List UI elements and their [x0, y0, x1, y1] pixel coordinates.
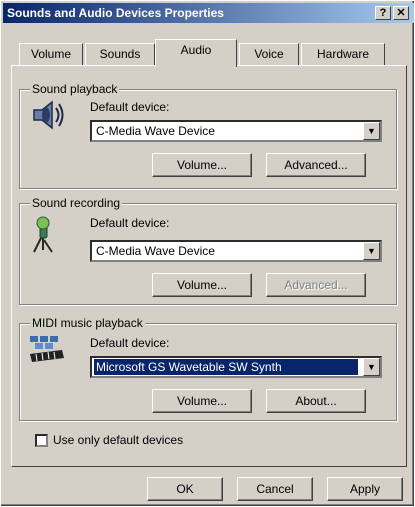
playback-advanced-button[interactable]: Advanced... [266, 153, 366, 177]
sound-recording-title: Sound recording [30, 196, 123, 210]
sound-recording-group: Sound recording Default device: C-Media … [19, 196, 397, 305]
microphone-icon [33, 216, 53, 253]
sound-playback-group: Sound playback Default device: C-Media W… [19, 82, 397, 189]
tab-sounds-label: Sounds [99, 47, 141, 61]
speaker-icon [33, 100, 64, 130]
playback-device-select[interactable]: C-Media Wave Device ▼ [90, 120, 382, 142]
use-default-label[interactable]: Use only default devices [53, 433, 183, 447]
window-title: Sounds and Audio Devices Properties [7, 6, 224, 20]
midi-about-button[interactable]: About... [266, 389, 366, 413]
recording-advanced-button[interactable]: Advanced... [266, 273, 366, 297]
sound-playback-title: Sound playback [30, 82, 120, 96]
tab-hardware-label: Hardware [316, 47, 370, 61]
midi-device-select[interactable]: Microsoft GS Wavetable SW Synth ▼ [90, 356, 382, 378]
midi-playback-group: MIDI music playback Default device: Micr… [19, 316, 397, 421]
tab-audio[interactable]: Audio [155, 39, 237, 67]
title-bar[interactable]: Sounds and Audio Devices Properties ? ✕ [3, 3, 414, 23]
recording-volume-button[interactable]: Volume... [152, 273, 252, 297]
properties-window: Sounds and Audio Devices Properties ? ✕ … [0, 0, 415, 507]
chevron-down-icon[interactable]: ▼ [363, 122, 380, 140]
playback-device-value: C-Media Wave Device [96, 124, 215, 138]
tab-hardware[interactable]: Hardware [301, 43, 385, 65]
recording-default-device-label: Default device: [90, 216, 170, 230]
recording-device-value: C-Media Wave Device [96, 244, 215, 258]
use-default-checkbox[interactable] [35, 434, 48, 447]
tab-voice[interactable]: Voice [239, 43, 299, 65]
ok-button[interactable]: OK [147, 477, 223, 501]
apply-button[interactable]: Apply [327, 477, 403, 501]
tab-volume-label: Volume [30, 47, 72, 61]
close-button[interactable]: ✕ [393, 6, 409, 20]
cancel-button[interactable]: Cancel [237, 477, 313, 501]
tab-voice-label: Voice [254, 47, 284, 61]
midi-device-value: Microsoft GS Wavetable SW Synth [94, 359, 358, 375]
tab-volume[interactable]: Volume [19, 43, 83, 65]
midi-volume-button[interactable]: Volume... [152, 389, 252, 413]
tab-sounds[interactable]: Sounds [85, 43, 155, 65]
recording-device-select[interactable]: C-Media Wave Device ▼ [90, 240, 382, 262]
chevron-down-icon[interactable]: ▼ [363, 358, 380, 376]
midi-default-device-label: Default device: [90, 336, 170, 350]
playback-volume-button[interactable]: Volume... [152, 153, 252, 177]
midi-keyboard-icon [30, 336, 64, 362]
playback-default-device-label: Default device: [90, 100, 170, 114]
help-button[interactable]: ? [375, 6, 391, 20]
chevron-down-icon[interactable]: ▼ [363, 242, 380, 260]
tab-audio-label: Audio [180, 43, 212, 57]
midi-playback-title: MIDI music playback [30, 316, 145, 330]
